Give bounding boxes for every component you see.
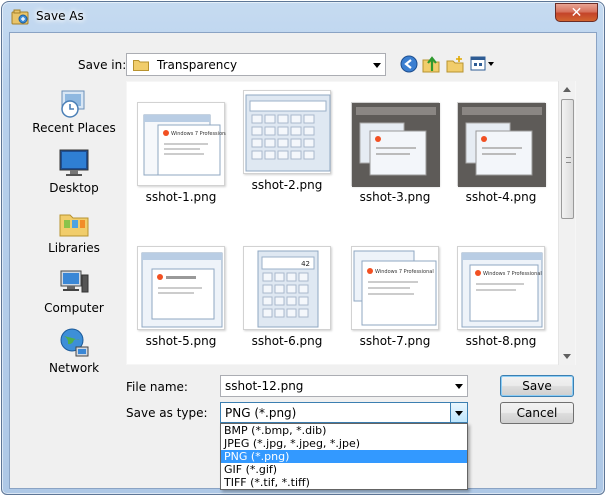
vertical-scrollbar[interactable]	[558, 81, 575, 365]
back-icon[interactable]	[400, 55, 418, 73]
thumbnail: Windows 7 Professional	[137, 102, 230, 186]
chevron-down-icon[interactable]	[455, 384, 463, 389]
close-icon: ✕	[570, 4, 583, 21]
file-name: sshot-3.png	[359, 190, 431, 204]
new-folder-icon[interactable]	[446, 55, 464, 73]
place-desktop[interactable]: Desktop	[24, 143, 124, 203]
scroll-thumb[interactable]	[561, 99, 574, 219]
save-as-type-value: PNG (*.png)	[225, 405, 297, 420]
network-icon	[60, 328, 89, 357]
file-item[interactable]: sshot-5.png	[131, 242, 231, 362]
file-item[interactable]: Windows 7 Professional sshot-1.png	[131, 98, 231, 218]
thumbnail: Windows 7 Professional	[351, 246, 439, 330]
recent-places-icon	[61, 90, 85, 118]
file-name: sshot-1.png	[145, 190, 217, 204]
file-name-label: File name:	[126, 380, 188, 394]
thumb-calc-text: 42	[301, 260, 310, 268]
place-label: Network	[48, 361, 100, 375]
views-menu-icon[interactable]	[470, 55, 496, 73]
save-as-type-select[interactable]: PNG (*.png)	[220, 402, 468, 423]
save-as-type-label: Save as type:	[126, 406, 208, 420]
file-name: sshot-8.png	[465, 334, 537, 348]
place-label: Computer	[44, 301, 104, 315]
chevron-down-icon	[455, 410, 463, 416]
thumb-logo-text: Windows 7 Professional	[171, 131, 226, 137]
dropdown-button[interactable]	[450, 403, 467, 422]
save-button[interactable]: Save	[500, 375, 574, 397]
save-as-dialog: Save As ✕ Save in: Transparency Recent P…	[1, 1, 605, 495]
file-name: sshot-2.png	[251, 178, 323, 192]
thumbnail: 42	[243, 246, 331, 330]
file-item[interactable]: Windows 7 Professional sshot-8.png	[451, 242, 551, 362]
file-item[interactable]: Windows 7 Professional sshot-7.png	[345, 242, 445, 362]
save-as-type-dropdown-list: BMP (*.bmp, *.dib) JPEG (*.jpg, *.jpeg, …	[220, 423, 468, 490]
cancel-button[interactable]: Cancel	[500, 402, 574, 424]
file-item[interactable]: sshot-4.png	[451, 98, 551, 218]
file-name: sshot-5.png	[145, 334, 217, 348]
type-option-bmp[interactable]: BMP (*.bmp, *.dib)	[221, 424, 467, 437]
thumb-logo-text: Windows 7 Professional	[375, 269, 434, 275]
desktop-icon	[59, 149, 89, 176]
folder-icon	[133, 60, 149, 71]
type-option-jpeg[interactable]: JPEG (*.jpg, *.jpeg, *.jpe)	[221, 437, 467, 450]
place-libraries[interactable]: Libraries	[24, 203, 124, 263]
place-label: Recent Places	[32, 121, 116, 135]
save-in-combobox[interactable]: Transparency	[126, 53, 386, 76]
save-in-label: Save in:	[78, 58, 127, 72]
file-name-value: sshot-12.png	[225, 379, 304, 393]
place-network[interactable]: Network	[24, 323, 124, 383]
place-computer[interactable]: Computer	[24, 263, 124, 323]
chevron-down-icon	[373, 62, 381, 68]
title-bar[interactable]: Save As ✕	[2, 2, 604, 32]
file-item[interactable]: sshot-2.png	[237, 86, 337, 206]
grip-icon	[566, 157, 571, 163]
thumbnail	[137, 246, 225, 330]
file-view[interactable]: Windows 7 Professional sshot-1.png sshot…	[126, 81, 576, 365]
file-item[interactable]: sshot-3.png	[345, 98, 445, 218]
type-option-gif[interactable]: GIF (*.gif)	[221, 463, 467, 476]
thumb-logo-text: Windows 7 Professional	[483, 271, 542, 277]
file-name: sshot-6.png	[251, 334, 323, 348]
thumbnail	[457, 102, 546, 187]
file-name: sshot-4.png	[465, 190, 537, 204]
thumbnail	[243, 90, 331, 174]
scroll-down-icon[interactable]	[563, 354, 571, 359]
place-recent-places[interactable]: Recent Places	[24, 83, 124, 143]
file-name-input[interactable]: sshot-12.png	[220, 375, 468, 397]
places-bar: Recent Places Desktop Libraries Computer…	[24, 83, 124, 375]
place-label: Libraries	[48, 241, 100, 255]
close-button[interactable]: ✕	[555, 3, 598, 22]
thumbnail	[351, 102, 440, 187]
computer-icon	[60, 270, 89, 293]
save-as-app-icon	[11, 9, 29, 25]
place-label: Desktop	[49, 181, 99, 195]
file-item[interactable]: 42 sshot-6.png	[237, 242, 337, 362]
scroll-up-icon[interactable]	[563, 87, 571, 92]
file-name: sshot-7.png	[359, 334, 431, 348]
dialog-body: Save in: Transparency Recent Places Desk…	[9, 32, 597, 490]
libraries-icon	[59, 214, 89, 237]
save-in-value: Transparency	[157, 57, 238, 72]
up-folder-icon[interactable]	[422, 55, 440, 73]
type-option-png[interactable]: PNG (*.png)	[221, 450, 467, 463]
window-title: Save As	[36, 9, 84, 23]
thumbnail: Windows 7 Professional	[457, 246, 545, 330]
type-option-tiff[interactable]: TIFF (*.tif, *.tiff)	[221, 476, 467, 489]
